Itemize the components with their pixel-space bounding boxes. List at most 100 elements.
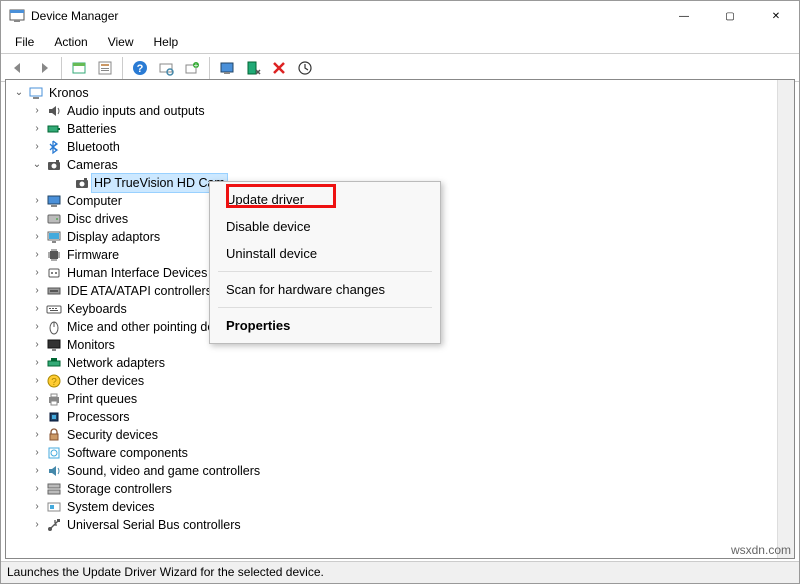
back-button[interactable] xyxy=(7,57,29,79)
expand-icon[interactable]: › xyxy=(30,228,44,246)
expand-icon[interactable]: › xyxy=(30,462,44,480)
other-icon: ? xyxy=(46,373,62,389)
system-icon xyxy=(46,499,62,515)
usb-icon xyxy=(46,517,62,533)
expand-icon[interactable]: › xyxy=(30,498,44,516)
expand-icon[interactable]: › xyxy=(30,246,44,264)
bt-icon xyxy=(46,139,62,155)
tree-item-label: Processors xyxy=(66,408,131,426)
chip-icon xyxy=(46,247,62,263)
cm-scan-changes[interactable]: Scan for hardware changes xyxy=(210,276,440,303)
statusbar: Launches the Update Driver Wizard for th… xyxy=(1,561,799,583)
expand-icon[interactable]: › xyxy=(30,192,44,210)
svg-text:?: ? xyxy=(51,377,57,388)
tree-item[interactable]: ›System devices xyxy=(10,498,794,516)
menubar: File Action View Help xyxy=(1,31,799,54)
tree-item-label: Firmware xyxy=(66,246,120,264)
tree-item-label: Cameras xyxy=(66,156,119,174)
tree-item-label: Disc drives xyxy=(66,210,129,228)
expand-icon[interactable]: › xyxy=(30,372,44,390)
tree-item-label: Universal Serial Bus controllers xyxy=(66,516,242,534)
cm-separator xyxy=(218,307,432,308)
tree-item-label: Batteries xyxy=(66,120,117,138)
expand-icon[interactable]: › xyxy=(30,408,44,426)
security-icon xyxy=(46,427,62,443)
tree-item-label: Sound, video and game controllers xyxy=(66,462,261,480)
scan-changes-button[interactable] xyxy=(294,57,316,79)
collapse-icon[interactable]: ⌄ xyxy=(12,84,26,102)
tree-item[interactable]: › Print queues xyxy=(10,390,794,408)
battery-icon xyxy=(46,121,62,137)
uninstall-device-button[interactable] xyxy=(268,57,290,79)
forward-button[interactable] xyxy=(33,57,55,79)
expand-icon[interactable]: › xyxy=(30,516,44,534)
expand-icon[interactable]: › xyxy=(30,102,44,120)
expand-icon[interactable]: › xyxy=(30,480,44,498)
expand-icon[interactable]: › xyxy=(30,120,44,138)
update-driver-button[interactable] xyxy=(216,57,238,79)
tree-item-label: Keyboards xyxy=(66,300,128,318)
tree-item[interactable]: ›?Other devices xyxy=(10,372,794,390)
minimize-button[interactable]: — xyxy=(661,1,707,31)
disk-icon xyxy=(46,211,62,227)
tree-root[interactable]: ⌄ Kronos xyxy=(10,84,794,102)
storage-icon xyxy=(46,481,62,497)
expand-icon[interactable]: › xyxy=(30,354,44,372)
tree-item-label: Computer xyxy=(66,192,123,210)
expand-icon[interactable]: › xyxy=(30,210,44,228)
cm-update-driver[interactable]: Update driver xyxy=(210,186,440,213)
svg-text:+: + xyxy=(194,61,199,70)
camera-icon xyxy=(74,175,90,191)
tree-item[interactable]: › Storage controllers xyxy=(10,480,794,498)
context-menu: Update driver Disable device Uninstall d… xyxy=(209,181,441,344)
expand-icon[interactable]: › xyxy=(30,282,44,300)
cm-disable-device[interactable]: Disable device xyxy=(210,213,440,240)
sound-icon xyxy=(46,463,62,479)
root-label: Kronos xyxy=(48,84,90,102)
tree-item[interactable]: › Audio inputs and outputs xyxy=(10,102,794,120)
properties-button[interactable] xyxy=(94,57,116,79)
expand-icon[interactable]: › xyxy=(30,444,44,462)
menu-file[interactable]: File xyxy=(7,33,42,51)
menu-help[interactable]: Help xyxy=(146,33,187,51)
tree-item[interactable]: › Batteries xyxy=(10,120,794,138)
maximize-button[interactable]: ▢ xyxy=(707,1,753,31)
tree-item[interactable]: ⌄ Cameras xyxy=(10,156,794,174)
tree-item-label: Network adapters xyxy=(66,354,166,372)
tree-item[interactable]: › Universal Serial Bus controllers xyxy=(10,516,794,534)
svg-text:?: ? xyxy=(137,63,144,75)
tree-item-label: Audio inputs and outputs xyxy=(66,102,206,120)
tree-item[interactable]: › Network adapters xyxy=(10,354,794,372)
disable-device-button[interactable] xyxy=(242,57,264,79)
cm-properties[interactable]: Properties xyxy=(210,312,440,339)
scrollbar[interactable] xyxy=(777,80,794,558)
tree-item[interactable]: › Sound, video and game controllers xyxy=(10,462,794,480)
scan-button[interactable] xyxy=(155,57,177,79)
tree-item-label: Monitors xyxy=(66,336,116,354)
menu-view[interactable]: View xyxy=(100,33,142,51)
menu-action[interactable]: Action xyxy=(46,33,95,51)
expand-icon[interactable]: › xyxy=(30,264,44,282)
tree-item-label: Print queues xyxy=(66,390,138,408)
expand-icon[interactable]: › xyxy=(30,300,44,318)
tree-item-label: Storage controllers xyxy=(66,480,173,498)
tree-item[interactable]: ›Security devices xyxy=(10,426,794,444)
expand-icon[interactable]: › xyxy=(30,336,44,354)
show-hidden-button[interactable] xyxy=(68,57,90,79)
expand-icon[interactable]: › xyxy=(30,318,44,336)
window-title: Device Manager xyxy=(31,9,118,23)
close-button[interactable]: ✕ xyxy=(753,1,799,31)
tree-item[interactable]: › Processors xyxy=(10,408,794,426)
app-icon xyxy=(9,8,25,24)
tree-item[interactable]: ›Bluetooth xyxy=(10,138,794,156)
expand-icon[interactable]: › xyxy=(30,390,44,408)
help-button[interactable]: ? xyxy=(129,57,151,79)
expand-icon[interactable]: › xyxy=(30,138,44,156)
expand-icon[interactable]: ⌄ xyxy=(30,156,44,174)
cm-uninstall-device[interactable]: Uninstall device xyxy=(210,240,440,267)
tree-item[interactable]: ›Software components xyxy=(10,444,794,462)
expand-icon[interactable]: › xyxy=(30,426,44,444)
ide-icon xyxy=(46,283,62,299)
add-legacy-button[interactable]: + xyxy=(181,57,203,79)
tree-item-label: IDE ATA/ATAPI controllers xyxy=(66,282,213,300)
